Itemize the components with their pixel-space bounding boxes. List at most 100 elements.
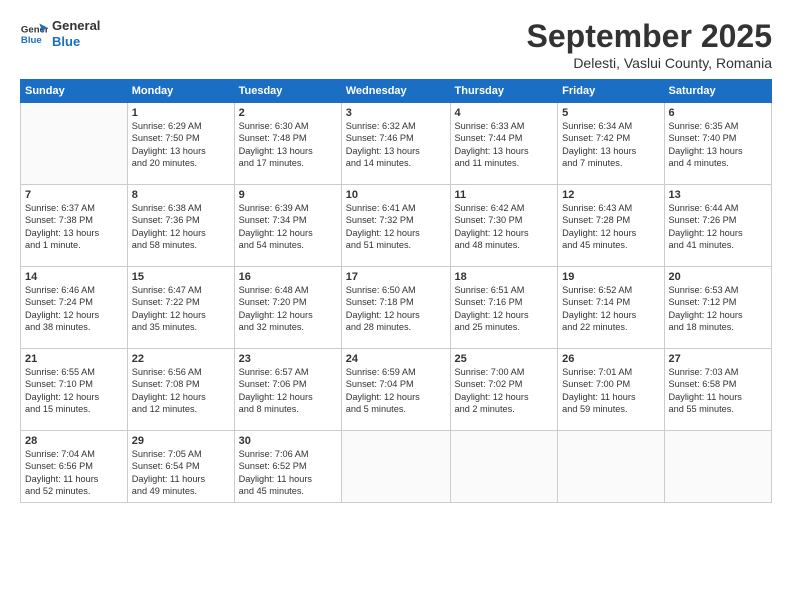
day-number: 9 [239, 189, 337, 201]
logo-general: General [52, 18, 100, 34]
day-cell: 26Sunrise: 7:01 AM Sunset: 7:00 PM Dayli… [558, 349, 664, 431]
day-number: 12 [562, 189, 659, 201]
day-info: Sunrise: 6:37 AM Sunset: 7:38 PM Dayligh… [25, 202, 123, 252]
day-cell: 9Sunrise: 6:39 AM Sunset: 7:34 PM Daylig… [234, 185, 341, 267]
day-cell: 20Sunrise: 6:53 AM Sunset: 7:12 PM Dayli… [664, 267, 772, 349]
day-info: Sunrise: 6:46 AM Sunset: 7:24 PM Dayligh… [25, 284, 123, 334]
weekday-header-sunday: Sunday [21, 80, 128, 103]
day-cell: 3Sunrise: 6:32 AM Sunset: 7:46 PM Daylig… [341, 103, 450, 185]
day-info: Sunrise: 6:29 AM Sunset: 7:50 PM Dayligh… [132, 120, 230, 170]
day-info: Sunrise: 6:51 AM Sunset: 7:16 PM Dayligh… [455, 284, 554, 334]
day-info: Sunrise: 6:59 AM Sunset: 7:04 PM Dayligh… [346, 366, 446, 416]
weekday-header-monday: Monday [127, 80, 234, 103]
weekday-header-row: SundayMondayTuesdayWednesdayThursdayFrid… [21, 80, 772, 103]
day-info: Sunrise: 6:39 AM Sunset: 7:34 PM Dayligh… [239, 202, 337, 252]
day-info: Sunrise: 6:43 AM Sunset: 7:28 PM Dayligh… [562, 202, 659, 252]
day-cell: 7Sunrise: 6:37 AM Sunset: 7:38 PM Daylig… [21, 185, 128, 267]
day-cell [558, 431, 664, 503]
day-cell: 21Sunrise: 6:55 AM Sunset: 7:10 PM Dayli… [21, 349, 128, 431]
day-number: 6 [669, 107, 768, 119]
day-number: 22 [132, 353, 230, 365]
day-number: 28 [25, 435, 123, 447]
day-number: 26 [562, 353, 659, 365]
day-number: 24 [346, 353, 446, 365]
day-number: 18 [455, 271, 554, 283]
day-cell: 16Sunrise: 6:48 AM Sunset: 7:20 PM Dayli… [234, 267, 341, 349]
day-cell: 22Sunrise: 6:56 AM Sunset: 7:08 PM Dayli… [127, 349, 234, 431]
day-cell: 12Sunrise: 6:43 AM Sunset: 7:28 PM Dayli… [558, 185, 664, 267]
day-cell: 4Sunrise: 6:33 AM Sunset: 7:44 PM Daylig… [450, 103, 558, 185]
day-info: Sunrise: 7:04 AM Sunset: 6:56 PM Dayligh… [25, 448, 123, 498]
day-cell: 13Sunrise: 6:44 AM Sunset: 7:26 PM Dayli… [664, 185, 772, 267]
title-block: September 2025 Delesti, Vaslui County, R… [527, 18, 772, 71]
day-info: Sunrise: 6:41 AM Sunset: 7:32 PM Dayligh… [346, 202, 446, 252]
day-info: Sunrise: 6:34 AM Sunset: 7:42 PM Dayligh… [562, 120, 659, 170]
day-cell: 14Sunrise: 6:46 AM Sunset: 7:24 PM Dayli… [21, 267, 128, 349]
month-title: September 2025 [527, 18, 772, 55]
day-number: 17 [346, 271, 446, 283]
day-cell: 17Sunrise: 6:50 AM Sunset: 7:18 PM Dayli… [341, 267, 450, 349]
day-info: Sunrise: 6:56 AM Sunset: 7:08 PM Dayligh… [132, 366, 230, 416]
calendar-table: SundayMondayTuesdayWednesdayThursdayFrid… [20, 79, 772, 503]
day-number: 2 [239, 107, 337, 119]
day-info: Sunrise: 7:00 AM Sunset: 7:02 PM Dayligh… [455, 366, 554, 416]
logo: General Blue General Blue [20, 18, 100, 49]
day-number: 27 [669, 353, 768, 365]
day-info: Sunrise: 6:57 AM Sunset: 7:06 PM Dayligh… [239, 366, 337, 416]
day-cell: 27Sunrise: 7:03 AM Sunset: 6:58 PM Dayli… [664, 349, 772, 431]
day-number: 14 [25, 271, 123, 283]
day-number: 25 [455, 353, 554, 365]
day-cell: 5Sunrise: 6:34 AM Sunset: 7:42 PM Daylig… [558, 103, 664, 185]
day-number: 16 [239, 271, 337, 283]
calendar-page: General Blue General Blue September 2025… [0, 0, 792, 612]
day-cell: 1Sunrise: 6:29 AM Sunset: 7:50 PM Daylig… [127, 103, 234, 185]
svg-text:Blue: Blue [21, 34, 42, 45]
day-info: Sunrise: 6:30 AM Sunset: 7:48 PM Dayligh… [239, 120, 337, 170]
day-cell: 23Sunrise: 6:57 AM Sunset: 7:06 PM Dayli… [234, 349, 341, 431]
week-row-4: 21Sunrise: 6:55 AM Sunset: 7:10 PM Dayli… [21, 349, 772, 431]
day-cell: 19Sunrise: 6:52 AM Sunset: 7:14 PM Dayli… [558, 267, 664, 349]
day-cell: 29Sunrise: 7:05 AM Sunset: 6:54 PM Dayli… [127, 431, 234, 503]
day-cell [450, 431, 558, 503]
day-cell: 24Sunrise: 6:59 AM Sunset: 7:04 PM Dayli… [341, 349, 450, 431]
day-cell: 6Sunrise: 6:35 AM Sunset: 7:40 PM Daylig… [664, 103, 772, 185]
day-number: 20 [669, 271, 768, 283]
day-number: 13 [669, 189, 768, 201]
day-info: Sunrise: 6:42 AM Sunset: 7:30 PM Dayligh… [455, 202, 554, 252]
weekday-header-thursday: Thursday [450, 80, 558, 103]
week-row-3: 14Sunrise: 6:46 AM Sunset: 7:24 PM Dayli… [21, 267, 772, 349]
day-info: Sunrise: 6:35 AM Sunset: 7:40 PM Dayligh… [669, 120, 768, 170]
day-info: Sunrise: 7:05 AM Sunset: 6:54 PM Dayligh… [132, 448, 230, 498]
weekday-header-friday: Friday [558, 80, 664, 103]
logo-icon: General Blue [20, 20, 48, 48]
day-info: Sunrise: 6:48 AM Sunset: 7:20 PM Dayligh… [239, 284, 337, 334]
day-cell [21, 103, 128, 185]
day-number: 19 [562, 271, 659, 283]
weekday-header-saturday: Saturday [664, 80, 772, 103]
day-number: 15 [132, 271, 230, 283]
day-info: Sunrise: 7:06 AM Sunset: 6:52 PM Dayligh… [239, 448, 337, 498]
day-info: Sunrise: 6:50 AM Sunset: 7:18 PM Dayligh… [346, 284, 446, 334]
day-info: Sunrise: 7:03 AM Sunset: 6:58 PM Dayligh… [669, 366, 768, 416]
day-cell: 25Sunrise: 7:00 AM Sunset: 7:02 PM Dayli… [450, 349, 558, 431]
day-cell: 11Sunrise: 6:42 AM Sunset: 7:30 PM Dayli… [450, 185, 558, 267]
day-number: 5 [562, 107, 659, 119]
day-cell [341, 431, 450, 503]
header: General Blue General Blue September 2025… [20, 18, 772, 71]
day-info: Sunrise: 7:01 AM Sunset: 7:00 PM Dayligh… [562, 366, 659, 416]
day-info: Sunrise: 6:52 AM Sunset: 7:14 PM Dayligh… [562, 284, 659, 334]
week-row-5: 28Sunrise: 7:04 AM Sunset: 6:56 PM Dayli… [21, 431, 772, 503]
weekday-header-tuesday: Tuesday [234, 80, 341, 103]
day-cell: 28Sunrise: 7:04 AM Sunset: 6:56 PM Dayli… [21, 431, 128, 503]
day-info: Sunrise: 6:55 AM Sunset: 7:10 PM Dayligh… [25, 366, 123, 416]
day-cell: 8Sunrise: 6:38 AM Sunset: 7:36 PM Daylig… [127, 185, 234, 267]
day-number: 30 [239, 435, 337, 447]
day-info: Sunrise: 6:47 AM Sunset: 7:22 PM Dayligh… [132, 284, 230, 334]
day-cell: 10Sunrise: 6:41 AM Sunset: 7:32 PM Dayli… [341, 185, 450, 267]
day-cell: 30Sunrise: 7:06 AM Sunset: 6:52 PM Dayli… [234, 431, 341, 503]
day-number: 7 [25, 189, 123, 201]
day-info: Sunrise: 6:44 AM Sunset: 7:26 PM Dayligh… [669, 202, 768, 252]
weekday-header-wednesday: Wednesday [341, 80, 450, 103]
day-number: 29 [132, 435, 230, 447]
day-info: Sunrise: 6:53 AM Sunset: 7:12 PM Dayligh… [669, 284, 768, 334]
